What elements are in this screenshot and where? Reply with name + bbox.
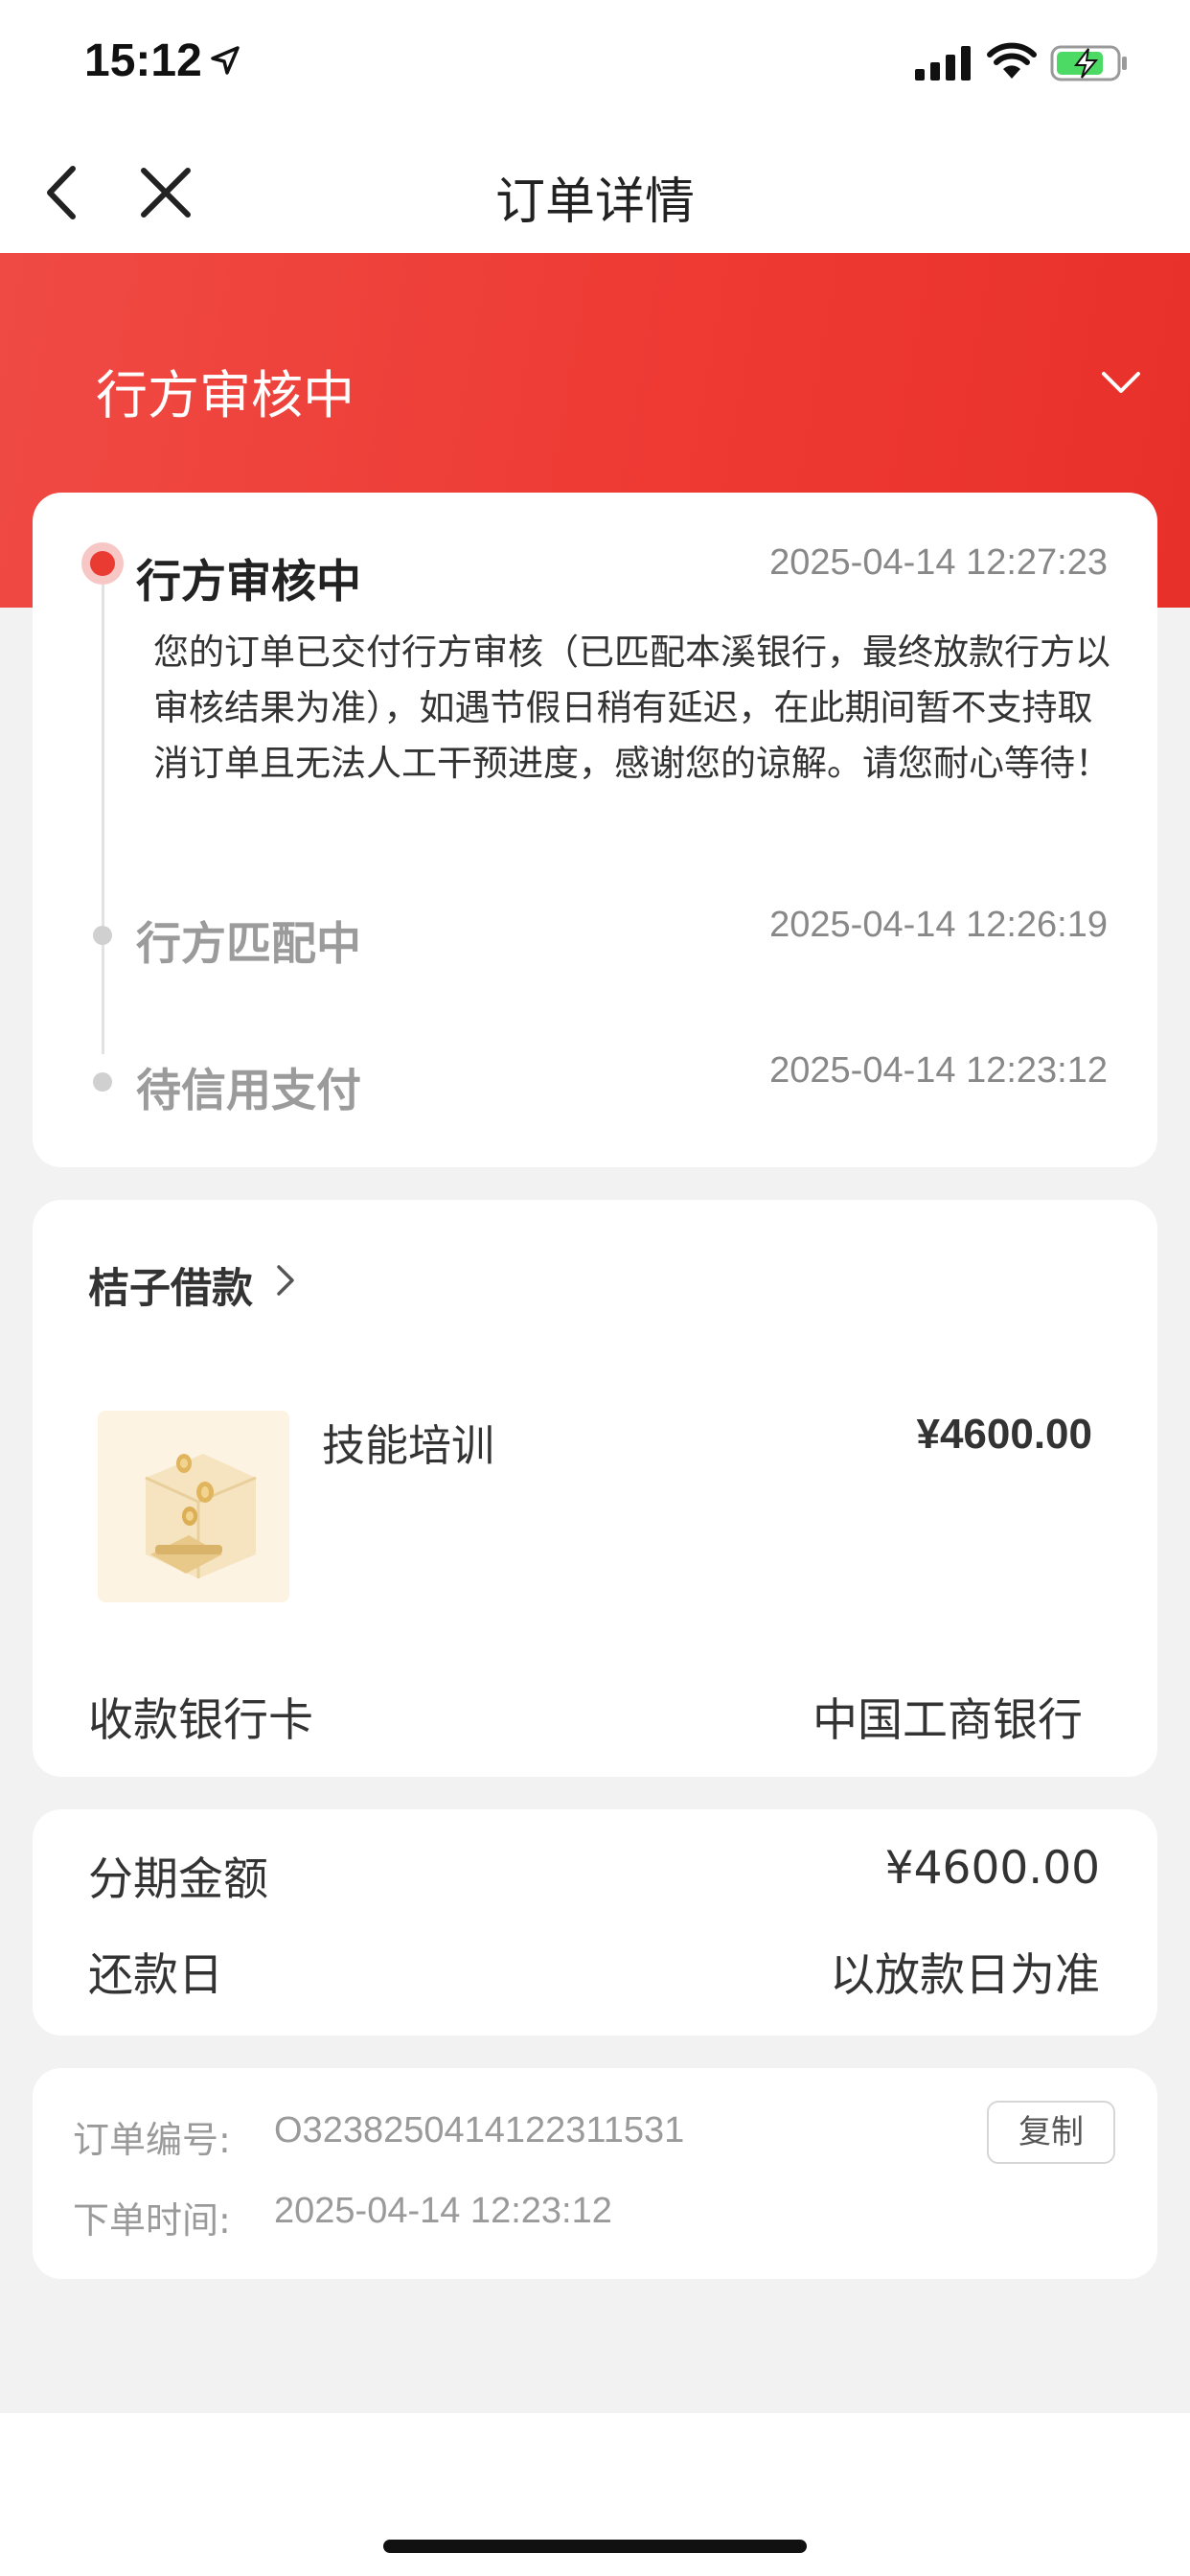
repayment-day-label: 还款日 bbox=[88, 1949, 223, 2002]
merchant-card: 桔子借款 技能培训 ¥4600.00 收款银行卡 中国工商银行 bbox=[33, 1200, 1157, 1777]
order-number-value: O32382504141223115​31 bbox=[274, 2110, 685, 2150]
home-indicator[interactable] bbox=[383, 2540, 807, 2553]
bank-card-label: 收款银行卡 bbox=[88, 1694, 313, 1747]
timeline-dot-active bbox=[81, 542, 124, 585]
installment-card: 分期金额 ¥4600.00 还款日 以放款日为准 bbox=[33, 1809, 1157, 2036]
order-timeline-card: 行方审核中 2025-04-14 12:27:23 您的订单已交付行方审核（已匹… bbox=[33, 493, 1157, 1167]
status-time: 15:12 bbox=[84, 35, 202, 86]
coin-box-icon bbox=[145, 1454, 257, 1578]
bank-card-value: 中国工商银行 bbox=[812, 1694, 1083, 1747]
timeline-item-title: 行方审核中 bbox=[136, 556, 361, 609]
battery-charging-icon bbox=[1050, 45, 1127, 81]
timeline-item-title: 待信用支付 bbox=[136, 1065, 361, 1117]
cellular-signal-icon bbox=[915, 46, 971, 80]
merchant-name-link[interactable]: 桔子借款 bbox=[88, 1255, 253, 1315]
bottom-area bbox=[0, 2413, 1190, 2576]
wifi-icon bbox=[987, 42, 1037, 79]
status-banner-title: 行方审核中 bbox=[96, 365, 355, 426]
order-info-card: 订单编号: O32382504141223115​31 复制 下单时间: 202… bbox=[33, 2068, 1157, 2279]
timeline-dot bbox=[93, 926, 112, 945]
chevron-down-icon[interactable] bbox=[1100, 368, 1142, 397]
chevron-right-icon[interactable] bbox=[274, 1261, 297, 1300]
timeline-line bbox=[102, 565, 104, 1054]
installment-amount-value: ¥4600.00 bbox=[884, 1842, 1100, 1895]
timeline-item-time: 2025-04-14 12:26:19 bbox=[769, 905, 1108, 945]
location-arrow-icon bbox=[211, 46, 240, 75]
timeline-item-time: 2025-04-14 12:27:23 bbox=[769, 542, 1108, 583]
order-time-label: 下单时间: bbox=[73, 2199, 231, 2242]
page-title: 订单详情 bbox=[494, 173, 695, 231]
product-image bbox=[98, 1411, 289, 1602]
timeline-item-description: 您的订单已交付行方审核（已匹配本溪银行，最终放款行方以审核结果为准），如遇节假日… bbox=[153, 632, 1110, 784]
product-name: 技能培训 bbox=[322, 1420, 495, 1471]
order-time-value: 2025-04-14 12:23:12 bbox=[274, 2191, 612, 2231]
timeline-dot bbox=[93, 1072, 112, 1092]
timeline-item-title: 行方匹配中 bbox=[136, 918, 361, 971]
copy-button[interactable]: 复制 bbox=[987, 2101, 1115, 2164]
repayment-day-value: 以放款日为准 bbox=[830, 1949, 1100, 2002]
product-price: ¥4600.00 bbox=[916, 1411, 1092, 1458]
status-bar: 15:12 bbox=[0, 0, 1190, 134]
order-number-label: 订单编号: bbox=[73, 2119, 231, 2161]
installment-amount-label: 分期金额 bbox=[88, 1853, 268, 1906]
navigation-bar: 订单详情 bbox=[0, 134, 1190, 253]
timeline-item-time: 2025-04-14 12:23:12 bbox=[769, 1050, 1108, 1091]
